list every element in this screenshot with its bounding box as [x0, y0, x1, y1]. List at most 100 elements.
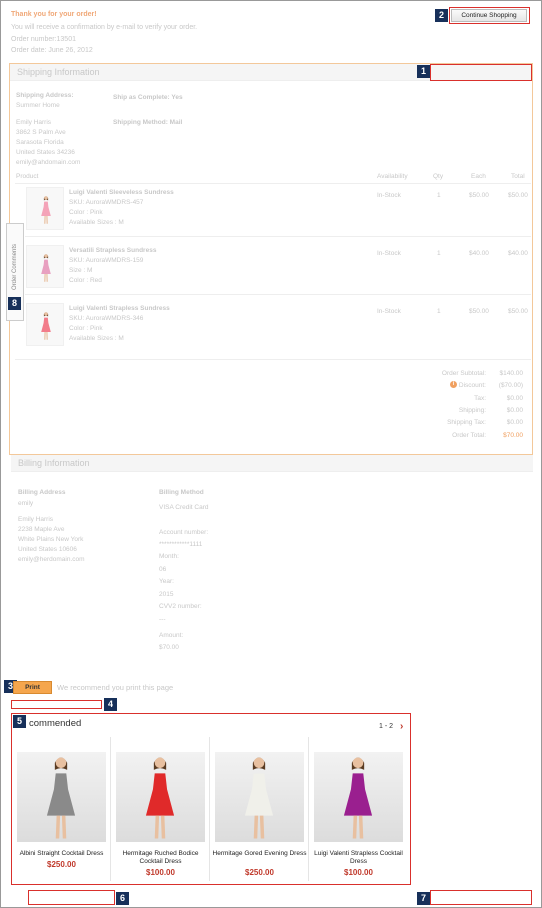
year-label: Year:	[159, 578, 174, 585]
product-availability: In-Stock	[377, 308, 401, 315]
product-qty: 1	[437, 308, 441, 315]
product-card[interactable]: Albini Straight Cocktail Dress $250.00	[12, 737, 111, 881]
continue-shopping-button[interactable]: Continue Shopping	[451, 9, 527, 22]
shipping-address-name: Summer Home	[16, 102, 60, 109]
figure-dress	[41, 259, 51, 274]
callout-badge-1: 1	[417, 65, 430, 78]
product-name[interactable]: Albini Straight Cocktail Dress	[12, 850, 111, 858]
dress-figure-icon	[343, 757, 373, 839]
product-card[interactable]: Luigi Valenti Strapless Cocktail Dress $…	[309, 737, 408, 881]
confirmation-message: You will receive a confirmation by e-mai…	[11, 24, 198, 31]
cvv-value: ---	[159, 616, 166, 623]
product-sizes: Available Sizes : M	[69, 335, 124, 342]
product-card[interactable]: Hermitage Ruched Bodice Cocktail Dress $…	[111, 737, 210, 881]
figure-dress	[41, 201, 51, 216]
billing-email: emily@herdomain.com	[18, 556, 85, 563]
discount-value: ($70.00)	[498, 382, 523, 389]
account-number-label: Account number:	[159, 529, 209, 536]
tax-value: $0.00	[506, 395, 523, 402]
order-total-label: Order Total:	[452, 432, 486, 439]
figure-legs	[44, 332, 48, 340]
product-price: $100.00	[146, 868, 175, 877]
chevron-right-icon[interactable]: ›	[400, 721, 403, 732]
shipping-street: 3862 S Palm Ave	[16, 129, 66, 136]
figure-legs	[55, 815, 67, 839]
product-card[interactable]: Hermitage Gored Evening Dress $250.00	[210, 737, 309, 881]
amount-label: Amount:	[159, 632, 184, 639]
product-availability: In-Stock	[377, 192, 401, 199]
product-thumbnail[interactable]	[26, 245, 64, 288]
product-sku: SKU: AuroraWMDRS-159	[69, 257, 144, 264]
shipping-city: Sarasota Florida	[16, 139, 64, 146]
figure-dress	[46, 773, 76, 816]
product-image[interactable]	[215, 752, 304, 842]
figure-head	[44, 196, 48, 200]
shipping-tax-label: Shipping Tax:	[447, 419, 486, 426]
product-color: Color : Pink	[69, 209, 103, 216]
billing-method-label: Billing Method	[159, 489, 204, 496]
product-total: $40.00	[508, 250, 528, 257]
product-image[interactable]	[17, 752, 106, 842]
product-thumbnail[interactable]	[26, 187, 64, 230]
divider	[25, 294, 531, 295]
order-comments-label: Order Comments	[12, 244, 18, 291]
callout-box-1	[430, 64, 532, 81]
figure-dress	[244, 773, 274, 816]
billing-address-name: emily	[18, 500, 34, 507]
dress-icon	[40, 308, 52, 344]
year-value: 2015	[159, 591, 174, 598]
product-sizes: Available Sizes : M	[69, 219, 124, 226]
product-image[interactable]	[116, 752, 205, 842]
order-number: Order number:13501	[11, 36, 76, 43]
callout-badge-8: 8	[8, 297, 21, 310]
subtotal-value: $140.00	[499, 370, 524, 377]
product-image[interactable]	[314, 752, 403, 842]
order-total-value: $70.00	[503, 432, 523, 439]
figure-head	[154, 757, 166, 769]
product-name[interactable]: Versatili Strapless Sundress	[69, 247, 156, 254]
product-name[interactable]: Hermitage Ruched Bodice Cocktail Dress	[111, 850, 210, 866]
product-price: $250.00	[47, 860, 76, 869]
product-name[interactable]: Hermitage Gored Evening Dress	[210, 850, 309, 858]
callout-box-7	[430, 890, 532, 905]
billing-address-label: Billing Address	[18, 489, 66, 496]
recommended-title: commended	[29, 718, 82, 729]
product-name[interactable]: Luigi Valenti Strapless Cocktail Dress	[309, 850, 408, 866]
billing-recipient: Emily Harris	[18, 516, 54, 523]
discount-label: Discount:	[458, 382, 486, 389]
dress-icon	[40, 250, 52, 286]
shipping-address-label: Shipping Address:	[16, 92, 74, 99]
callout-box-6	[28, 890, 115, 905]
dress-figure-icon	[145, 757, 175, 839]
billing-information-panel: Billing Information	[11, 455, 533, 667]
figure-dress	[343, 773, 373, 816]
product-total: $50.00	[508, 192, 528, 199]
figure-head	[253, 757, 265, 769]
product-each: $40.00	[469, 250, 489, 257]
product-sizes: Color : Red	[69, 277, 102, 284]
print-hint: We recommend you print this page	[57, 683, 174, 692]
product-sku: SKU: AuroraWMDRS-457	[69, 199, 144, 206]
order-date: Order date: June 26, 2012	[11, 47, 93, 54]
amount-value: $70.00	[159, 644, 179, 651]
callout-badge-6: 6	[116, 892, 129, 905]
shipping-label: Shipping:	[458, 407, 486, 414]
product-name[interactable]: Luigi Valenti Sleeveless Sundress	[69, 189, 174, 196]
callout-box-4	[11, 700, 102, 709]
figure-head	[44, 254, 48, 258]
dress-figure-icon	[41, 312, 51, 340]
product-color: Size : M	[69, 267, 93, 274]
callout-badge-4: 4	[104, 698, 117, 711]
thank-you-heading: Thank you for your order!	[11, 11, 97, 18]
figure-head	[352, 757, 364, 769]
product-thumbnail[interactable]	[26, 303, 64, 346]
product-name[interactable]: Luigi Valenti Strapless Sundress	[69, 305, 170, 312]
divider	[25, 236, 531, 237]
subtotal-label: Order Subtotal:	[441, 370, 486, 377]
print-button[interactable]: Print	[13, 681, 52, 694]
shipping-email: emily@ahdomain.com	[16, 159, 81, 166]
product-each: $50.00	[469, 308, 489, 315]
callout-badge-7: 7	[417, 892, 430, 905]
figure-legs	[253, 815, 265, 839]
figure-legs	[44, 216, 48, 224]
